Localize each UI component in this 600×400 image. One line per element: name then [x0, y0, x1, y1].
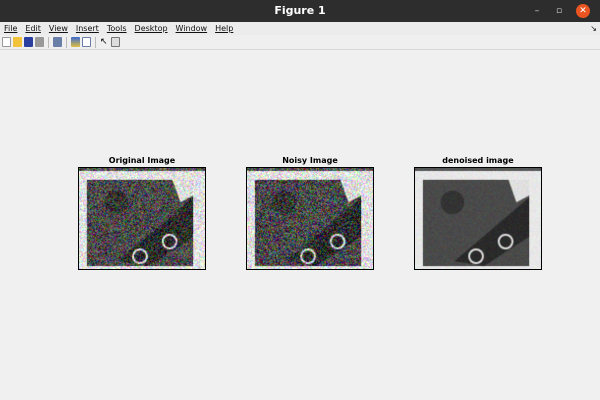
property-editor-icon[interactable]	[111, 37, 120, 47]
print-icon[interactable]	[35, 37, 44, 47]
menu-view[interactable]: View	[49, 24, 68, 33]
menu-desktop[interactable]: Desktop	[135, 24, 168, 33]
axes-denoised: denoised image	[414, 155, 542, 270]
minimize-icon[interactable]: –	[530, 4, 544, 18]
insert-legend-icon[interactable]	[82, 37, 91, 47]
separator	[48, 37, 49, 48]
noisy-image	[246, 167, 374, 270]
close-icon[interactable]: ✕	[576, 4, 590, 18]
axes-noisy: Noisy Image	[246, 155, 374, 270]
menu-edit[interactable]: Edit	[25, 24, 41, 33]
open-file-icon[interactable]	[13, 37, 22, 47]
axes-title: Original Image	[78, 155, 206, 167]
axes-original: Original Image	[78, 155, 206, 270]
menu-tools[interactable]: Tools	[107, 24, 127, 33]
menu-help[interactable]: Help	[215, 24, 233, 33]
title-bar: Figure 1 – ▫ ✕	[0, 0, 600, 22]
menu-bar: File Edit View Insert Tools Desktop Window Help…	[0, 22, 600, 35]
window-title: Figure 1	[274, 4, 325, 17]
denoised-image	[414, 167, 542, 270]
insert-colorbar-icon[interactable]	[71, 37, 80, 47]
toolbar: ↖	[0, 35, 600, 50]
new-figure-icon[interactable]	[2, 37, 11, 47]
original-image	[78, 167, 206, 270]
pointer-icon[interactable]: ↖	[100, 37, 109, 47]
menu-file[interactable]: File	[4, 24, 17, 33]
save-icon[interactable]	[24, 37, 33, 47]
menu-insert[interactable]: Insert	[76, 24, 99, 33]
separator	[95, 37, 96, 48]
print-preview-icon[interactable]	[53, 37, 62, 47]
menu-window[interactable]: Window	[176, 24, 208, 33]
maximize-icon[interactable]: ▫	[552, 4, 566, 18]
separator	[66, 37, 67, 48]
dock-icon[interactable]: ↘	[590, 22, 597, 35]
axes-title: Noisy Image	[246, 155, 374, 167]
axes-title: denoised image	[414, 155, 542, 167]
